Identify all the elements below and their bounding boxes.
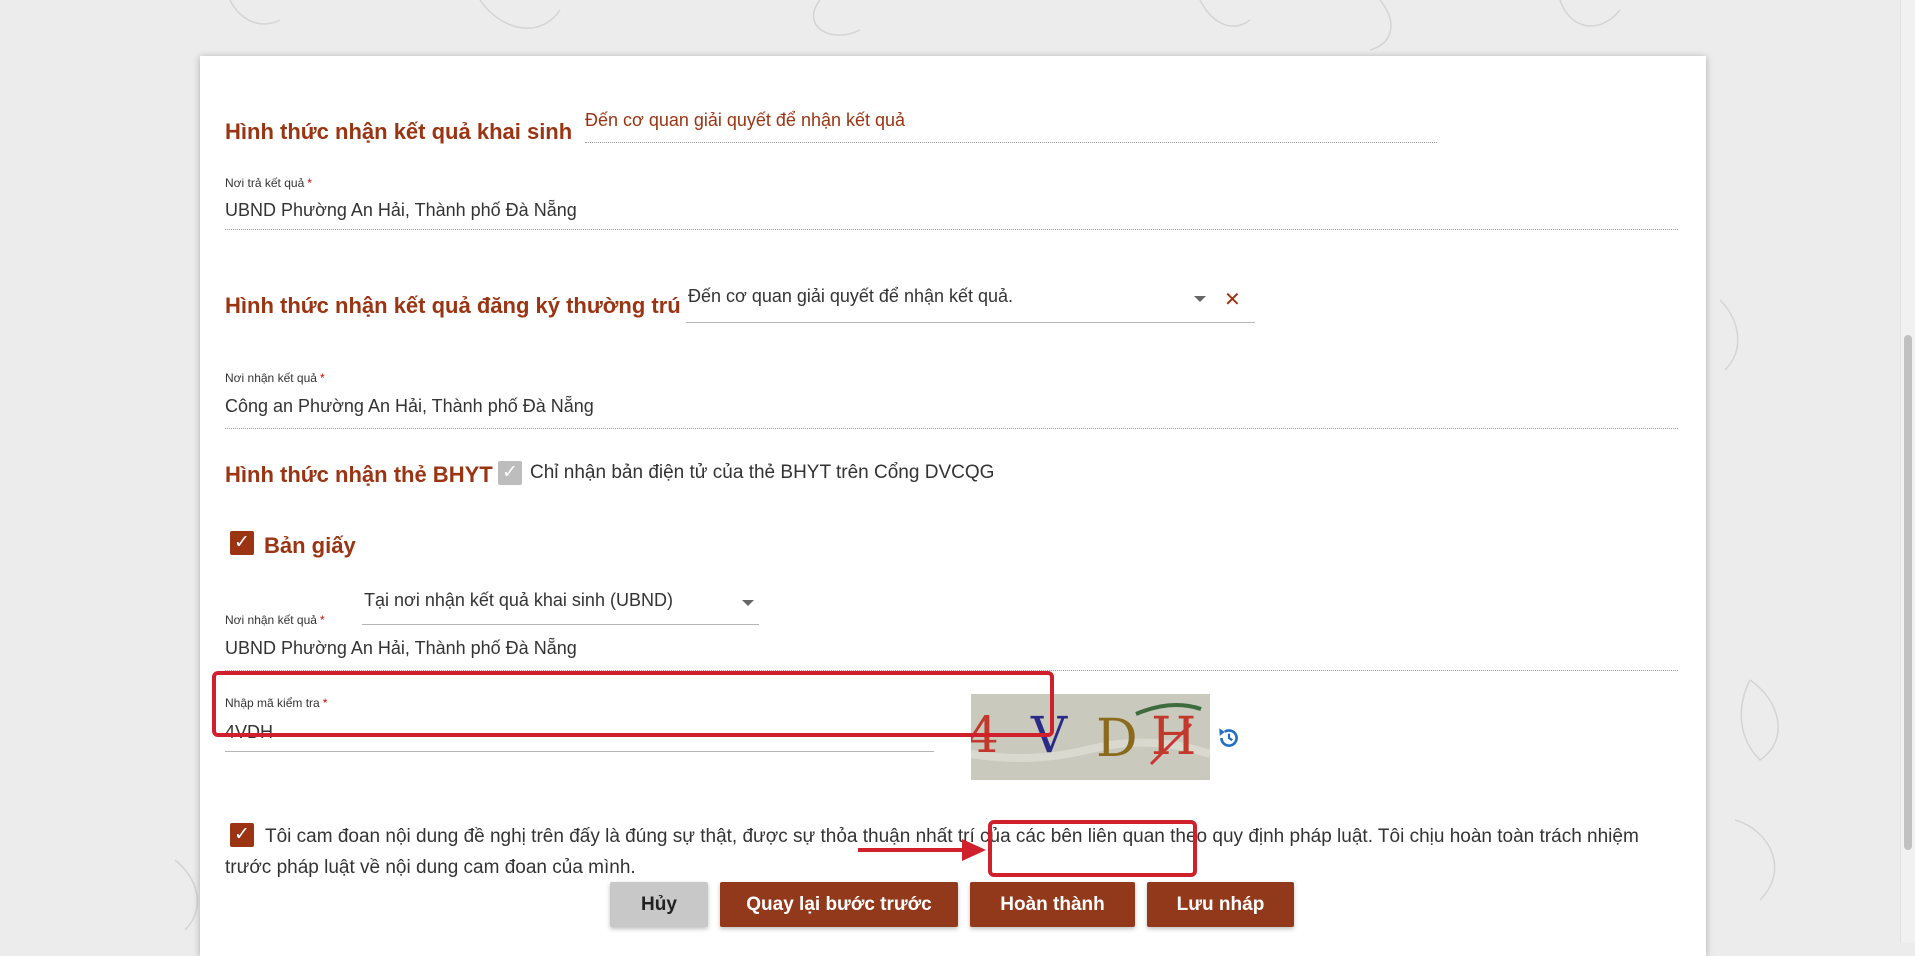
bhyt-paper-checkbox[interactable]: ✓ [230,531,254,555]
birth-result-title: Hình thức nhận kết quả khai sinh [225,119,573,144]
residence-place-label: Nơi nhận kết quả * [225,371,325,385]
scrollbar-thumb[interactable] [1904,335,1912,850]
residence-result-select-value: Đến cơ quan giải quyết để nhận kết quả. [688,286,1014,306]
chevron-down-icon[interactable] [1194,296,1206,302]
residence-place-field[interactable]: Công an Phường An Hải, Thành phố Đà Nẵng [225,389,1678,429]
residence-result-title: Hình thức nhận kết quả đăng ký thường tr… [225,293,681,318]
bhyt-title: Hình thức nhận thẻ BHYT [225,462,493,487]
bhyt-paper-select[interactable]: Tại nơi nhận kết quả khai sinh (UBND) [362,580,759,625]
back-button[interactable]: Quay lại bước trước [720,882,958,927]
bhyt-paper-select-value: Tại nơi nhận kết quả khai sinh (UBND) [364,590,673,610]
birth-result-method-field: Đến cơ quan giải quyết để nhận kết quả [585,108,1437,143]
captcha-char-3: D [1096,709,1138,769]
bhyt-place-value: UBND Phường An Hải, Thành phố Đà Nẵng [225,638,577,658]
finish-button[interactable]: Hoàn thành [970,882,1135,927]
refresh-icon[interactable] [1216,725,1242,751]
birth-place-field[interactable]: UBND Phường An Hải, Thành phố Đà Nẵng [225,194,1678,230]
cancel-button[interactable]: Hủy [610,882,708,927]
annotation-arrow-icon [858,839,986,861]
birth-place-value: UBND Phường An Hải, Thành phố Đà Nẵng [225,200,577,220]
bhyt-electronic-checkbox[interactable]: ✓ [498,461,522,485]
bhyt-place-label: Nơi nhận kết quả * [225,613,325,627]
chevron-down-icon[interactable] [742,600,754,606]
page-scrollbar[interactable] [1900,0,1915,943]
bhyt-place-field[interactable]: UBND Phường An Hải, Thành phố Đà Nẵng [225,630,1678,671]
form-card: Hình thức nhận kết quả khai sinh Đến cơ … [200,56,1706,956]
captcha-char-4: H [1151,707,1196,767]
close-icon[interactable]: ✕ [1224,290,1241,310]
birth-place-label: Nơi trả kết quả * [225,176,312,190]
save-draft-button[interactable]: Lưu nháp [1147,882,1294,927]
residence-result-select[interactable]: Đến cơ quan giải quyết để nhận kết quả. … [686,278,1255,323]
residence-place-value: Công an Phường An Hải, Thành phố Đà Nẵng [225,396,594,416]
bhyt-paper-label: Bản giấy [264,533,356,558]
bhyt-electronic-label: Chỉ nhận bản điện tử của thẻ BHYT trên C… [530,462,995,483]
annotation-captcha-highlight [212,671,1054,737]
birth-result-method-value: Đến cơ quan giải quyết để nhận kết quả [585,110,906,130]
annotation-commitment-highlight [988,820,1197,877]
